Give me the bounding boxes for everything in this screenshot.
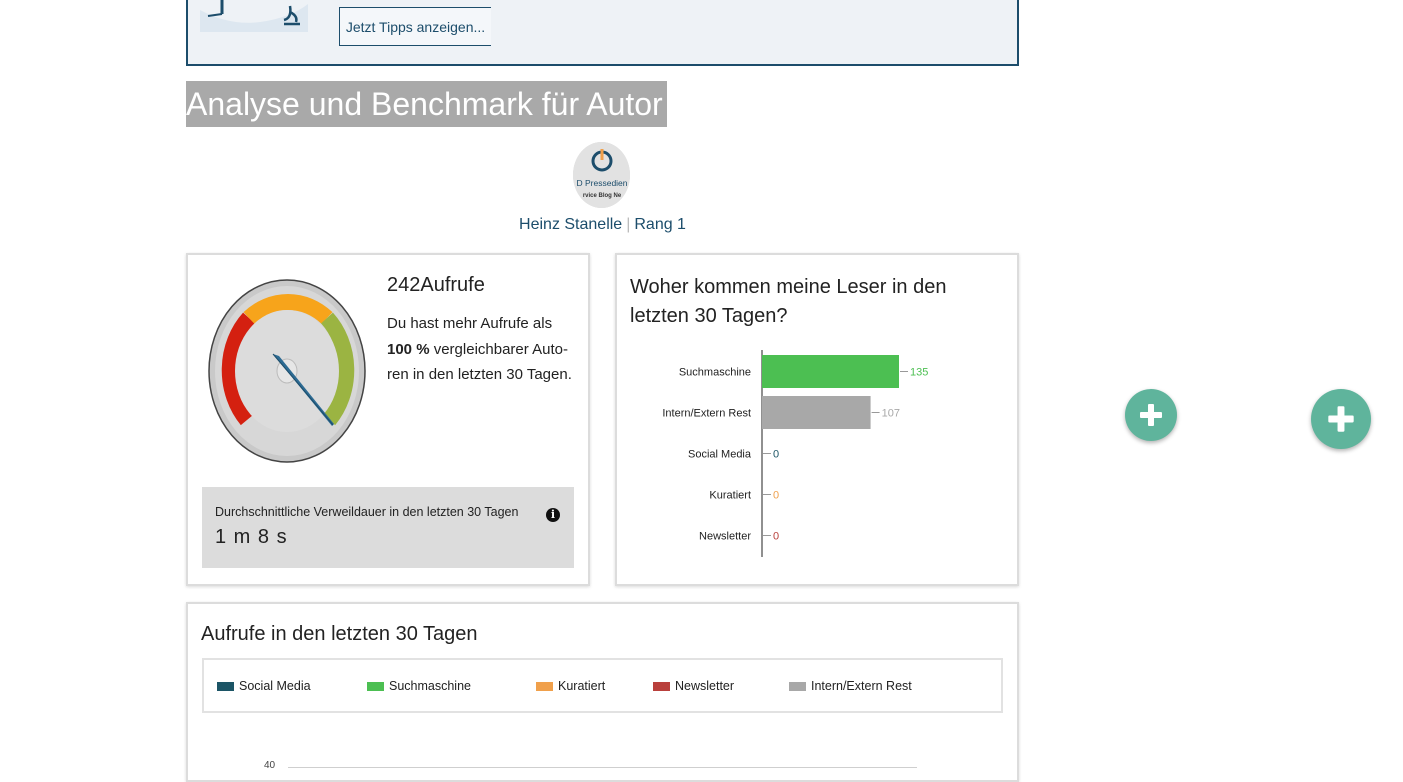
legend-label: Newsletter: [675, 679, 735, 693]
bar-label: Newsletter: [699, 531, 751, 543]
legend-item-kuratiert[interactable]: Kuratiert: [536, 679, 605, 693]
avatar-text-1: D Pressedien: [576, 178, 627, 188]
plus-icon: [1140, 404, 1162, 426]
value-label: 0: [773, 449, 779, 461]
avatar-text-2: rvice Blog Ne: [583, 193, 622, 199]
value-label: 107: [882, 408, 900, 420]
plus-icon: [1328, 406, 1354, 432]
author-name[interactable]: Heinz Stanelle: [519, 216, 622, 233]
views-gauge: [208, 279, 366, 463]
views-text-prefix: Du hast mehr Aufrufe als: [387, 315, 553, 332]
legend-label: Kuratiert: [558, 679, 606, 693]
legend-swatch: [789, 681, 806, 691]
tips-illustration: [200, 0, 308, 32]
show-tips-button[interactable]: Jetzt Tipps anzeigen...: [339, 7, 491, 46]
timeline-title: Aufrufe in den letzten 30 Tagen: [201, 623, 478, 645]
legend-item-suchmaschine[interactable]: Suchmaschine: [367, 679, 471, 693]
author-line: Heinz Stanelle | Rang 1: [186, 216, 1019, 234]
legend-item-social-media[interactable]: Social Media: [217, 679, 311, 693]
bar-label: Social Media: [688, 449, 752, 461]
legend-swatch: [217, 681, 234, 691]
add-widget-button[interactable]: [1311, 389, 1371, 449]
legend-label: Social Media: [239, 679, 311, 693]
bar-label: Intern/Extern Rest: [662, 408, 751, 420]
add-widget-button[interactable]: [1125, 389, 1177, 441]
views-value: 242Aufrufe: [387, 274, 485, 296]
dwell-time-label: Durchschnittliche Verweildauer in den le…: [215, 505, 519, 519]
author-avatar: D Pressedien rvice Blog Ne: [573, 142, 630, 208]
legend-item-intern-extern-rest[interactable]: Intern/Extern Rest: [789, 679, 912, 693]
value-label: 0: [773, 531, 779, 543]
author-separator: |: [626, 216, 631, 233]
value-label: 0: [773, 490, 779, 502]
info-icon[interactable]: i: [546, 508, 560, 522]
bar[interactable]: [762, 355, 899, 388]
bar[interactable]: [762, 396, 871, 429]
sources-bar-chart: Suchmaschine 135 Intern/Extern Rest 107 Soci…: [662, 350, 928, 557]
dwell-time-value: 1 m 8 s: [215, 526, 288, 548]
author-rank: Rang 1: [634, 216, 686, 233]
legend-swatch: [653, 681, 670, 691]
legend-swatch: [367, 681, 384, 691]
views-text-percent: 100 %: [387, 340, 430, 358]
bar-label: Kuratiert: [709, 490, 751, 502]
page-title: Analyse und Benchmark für Autor: [186, 81, 667, 127]
legend-label: Suchmaschine: [389, 679, 471, 693]
sources-title: Woher kommen meine Leser in den letzten …: [630, 276, 947, 327]
legend-item-newsletter[interactable]: Newsletter: [653, 679, 734, 693]
timeline-gridline: [288, 767, 917, 768]
legend-label: Intern/Extern Rest: [811, 679, 912, 693]
views-comparison-text: Du hast mehr Aufrufe als 100 % vergleich…: [387, 311, 572, 388]
bar-label: Suchmaschine: [679, 367, 751, 379]
timeline-y-tick: 40: [264, 760, 276, 771]
value-label: 135: [910, 367, 928, 379]
legend-swatch: [536, 681, 553, 691]
